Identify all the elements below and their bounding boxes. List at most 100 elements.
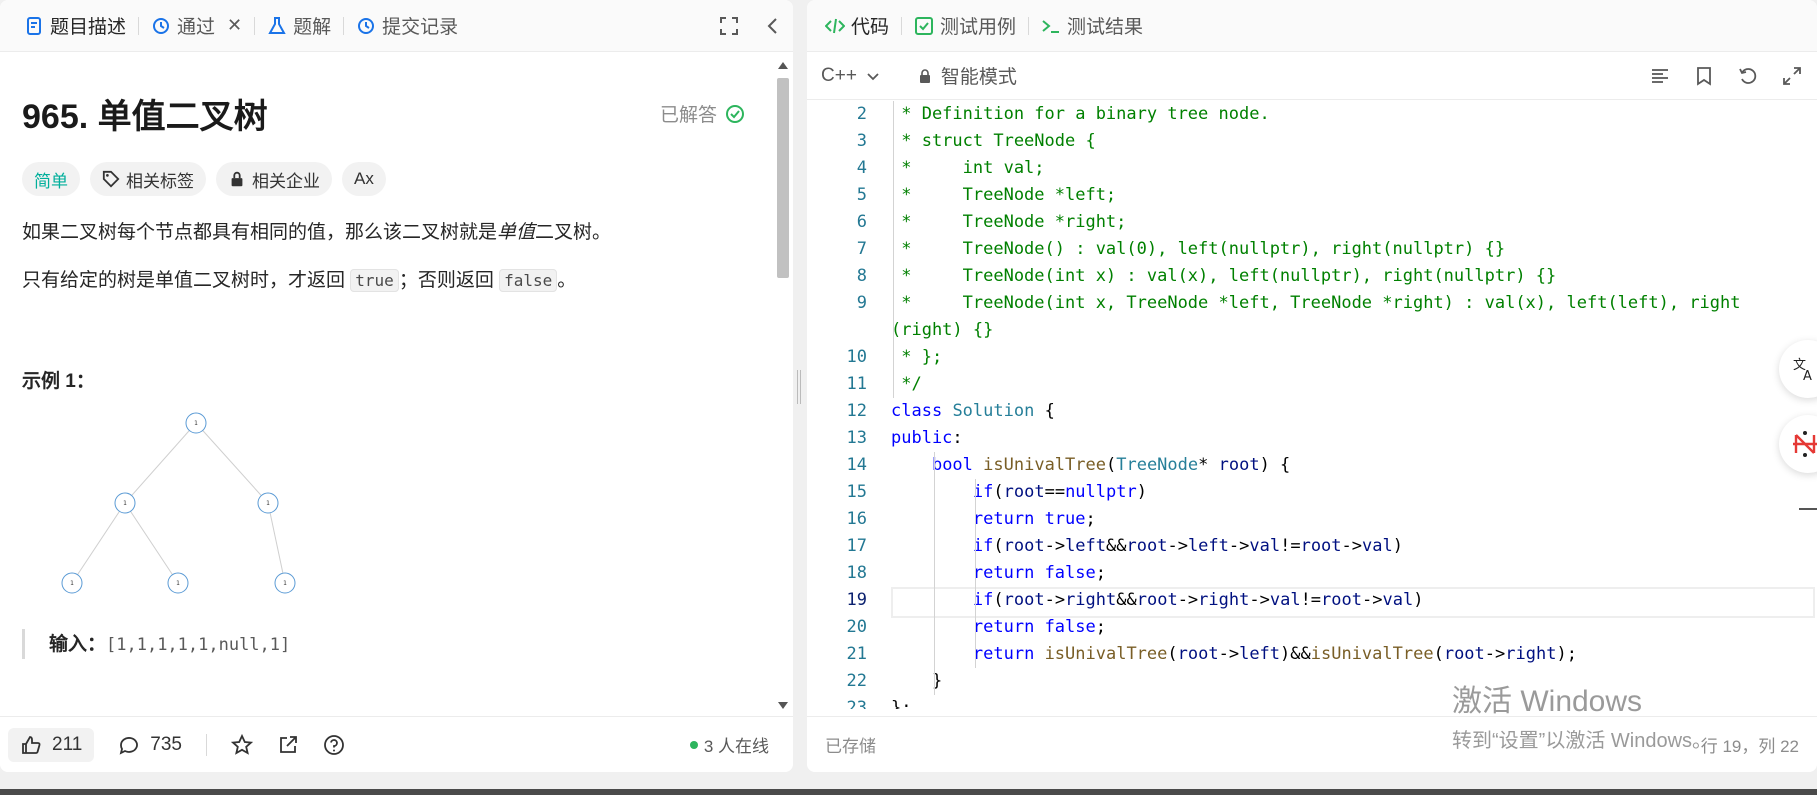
language-label: C++ bbox=[821, 64, 857, 86]
tag-icon bbox=[102, 170, 120, 188]
tab-testcases[interactable]: 测试用例 bbox=[906, 0, 1024, 52]
online-text: 3 人在线 bbox=[703, 737, 769, 756]
fullscreen-icon[interactable] bbox=[719, 16, 739, 36]
description-paragraph: 只有给定的树是单值二叉树时，才返回 true ；否则返回 false。 bbox=[22, 266, 751, 296]
code-line: 16 return true; bbox=[846, 509, 1096, 529]
scrollbar-thumb[interactable] bbox=[777, 78, 789, 278]
comments-button[interactable]: 735 bbox=[118, 734, 182, 756]
input-label: 输入： bbox=[49, 634, 107, 655]
tab-separator bbox=[343, 16, 345, 35]
code-line: 5 * TreeNode *left; bbox=[856, 185, 1117, 205]
desc-text: 如果二叉树每个节点都具有相同的值，那么该二叉树就是 bbox=[22, 222, 498, 243]
code-line: 14 bool isUnivalTree(TreeNode* root) { bbox=[846, 455, 1291, 475]
share-button[interactable] bbox=[277, 734, 299, 756]
online-status: 3 人在线 bbox=[689, 732, 769, 757]
help-button[interactable] bbox=[323, 734, 345, 756]
terminal-icon bbox=[1042, 19, 1060, 33]
code-line: 6 * TreeNode *right; bbox=[856, 212, 1127, 232]
chevron-left-icon[interactable] bbox=[763, 16, 783, 36]
comment-count: 735 bbox=[150, 733, 182, 755]
tree-node-label: 1 bbox=[123, 500, 127, 507]
code-line: 9 * TreeNode(int x, TreeNode *left, Tree… bbox=[856, 293, 1741, 313]
code-line: 18 return false; bbox=[846, 563, 1106, 583]
example-input: 输入：[1,1,1,1,1,null,1] bbox=[22, 629, 751, 659]
favorite-button[interactable] bbox=[231, 733, 253, 756]
code-line: 21 return isUnivalTree(root->left)&&isUn… bbox=[846, 644, 1577, 664]
overview-ruler-mark bbox=[1799, 508, 1817, 510]
flask-icon bbox=[268, 16, 286, 34]
star-icon bbox=[231, 733, 253, 755]
difficulty-badge: 简单 bbox=[22, 162, 80, 196]
tab-solutions-label: 题解 bbox=[293, 17, 332, 38]
tab-separator bbox=[901, 16, 903, 35]
related-tags-button[interactable]: 相关标签 bbox=[90, 162, 206, 196]
network-logo-icon bbox=[1793, 431, 1817, 457]
scroll-up-arrow[interactable] bbox=[778, 62, 788, 69]
lock-icon bbox=[231, 171, 243, 187]
tab-description[interactable]: 题目描述 bbox=[16, 0, 134, 52]
problem-footer: 211 735 3 人在线 bbox=[0, 716, 793, 772]
thumbs-up-icon bbox=[22, 735, 41, 754]
solved-status: 已解答 bbox=[660, 100, 745, 127]
bookmark-icon[interactable] bbox=[1693, 65, 1715, 87]
page-title[interactable]: 965. 单值二叉树 bbox=[22, 89, 268, 138]
description-paragraph: 如果二叉树每个节点都具有相同的值，那么该二叉树就是单值二叉树。 bbox=[22, 218, 751, 248]
check-circle-icon bbox=[726, 104, 744, 123]
tab-testresult[interactable]: 测试结果 bbox=[1033, 0, 1151, 52]
translate-font-button[interactable]: Ax bbox=[342, 162, 386, 196]
tab-accepted[interactable]: 通过 ✕ bbox=[143, 0, 250, 52]
related-tags-label: 相关标签 bbox=[126, 171, 194, 191]
code-line: 20 return false; bbox=[846, 617, 1106, 637]
desc-text: ；否则返回 bbox=[398, 270, 500, 291]
tab-code[interactable]: 代码 bbox=[817, 0, 897, 52]
desc-text: 只有给定的树是单值二叉树时，才返回 bbox=[22, 270, 351, 291]
like-count: 211 bbox=[52, 733, 83, 755]
desc-text: 。 bbox=[557, 270, 577, 291]
code-line: 2 * Definition for a binary tree node. bbox=[856, 104, 1270, 124]
tree-node-label: 1 bbox=[283, 580, 287, 587]
watermark-line1: 激活 Windows bbox=[1452, 685, 1643, 718]
code-line: 10 * }; bbox=[846, 347, 943, 367]
tree-node-label: 1 bbox=[70, 580, 74, 587]
code-line: 15 if(root==nullptr) bbox=[846, 482, 1147, 502]
code-line: 13 public: bbox=[846, 428, 963, 448]
related-companies-button[interactable]: 相关企业 bbox=[216, 162, 332, 196]
code-line: 4 * int val; bbox=[856, 158, 1045, 178]
tree-node-label: 1 bbox=[176, 580, 180, 587]
description-content: 965. 单值二叉树 已解答 简单 相关标签 相关企业 Ax 如果二叉树每个节点… bbox=[0, 53, 773, 716]
history-icon bbox=[358, 17, 375, 34]
close-icon[interactable]: ✕ bbox=[227, 15, 242, 36]
cursor-position: 行 19，列 22 bbox=[1700, 737, 1799, 756]
tag-row: 简单 相关标签 相关企业 Ax bbox=[22, 162, 751, 196]
description-icon bbox=[27, 16, 41, 35]
inline-code: true bbox=[350, 269, 399, 292]
mode-label: 智能模式 bbox=[940, 67, 1017, 88]
tab-testresult-label: 测试结果 bbox=[1067, 17, 1144, 38]
tree-node-label: 1 bbox=[266, 500, 270, 507]
smart-mode-toggle[interactable]: 智能模式 bbox=[917, 62, 1017, 89]
checkbox-icon bbox=[915, 16, 934, 35]
code-line: 12 class Solution { bbox=[846, 401, 1055, 421]
inline-code: false bbox=[499, 269, 558, 292]
code-line: 3 * struct TreeNode { bbox=[856, 131, 1096, 151]
online-dot bbox=[689, 740, 698, 749]
panel-resize-handle[interactable] bbox=[797, 370, 801, 404]
description-scrollbar[interactable] bbox=[777, 58, 789, 713]
reset-icon[interactable] bbox=[1737, 65, 1759, 87]
help-icon bbox=[324, 734, 344, 755]
expand-icon[interactable] bbox=[1781, 65, 1803, 87]
tab-code-label: 代码 bbox=[851, 17, 890, 38]
tab-submissions[interactable]: 提交记录 bbox=[348, 0, 466, 52]
language-select[interactable]: C++ bbox=[821, 65, 881, 87]
code-line-current: 19 if(root->right&&root->right->val!=roo… bbox=[807, 587, 1817, 618]
code-line: 8 * TreeNode(int x) : val(x), left(nullp… bbox=[856, 266, 1557, 286]
editor-toolbar: C++ 智能模式 bbox=[807, 52, 1817, 100]
tab-solutions[interactable]: 题解 bbox=[259, 0, 339, 52]
like-button[interactable]: 211 bbox=[8, 727, 95, 762]
format-icon[interactable] bbox=[1649, 65, 1671, 87]
editor-panel: 代码 测试用例 测试结果 C++ 智能模式 2 * Definition for… bbox=[807, 0, 1817, 772]
scroll-down-arrow[interactable] bbox=[778, 702, 788, 709]
code-editor[interactable]: 2 * Definition for a binary tree node. 3… bbox=[807, 101, 1817, 709]
lock-icon bbox=[919, 68, 930, 83]
comment-icon bbox=[119, 736, 139, 755]
